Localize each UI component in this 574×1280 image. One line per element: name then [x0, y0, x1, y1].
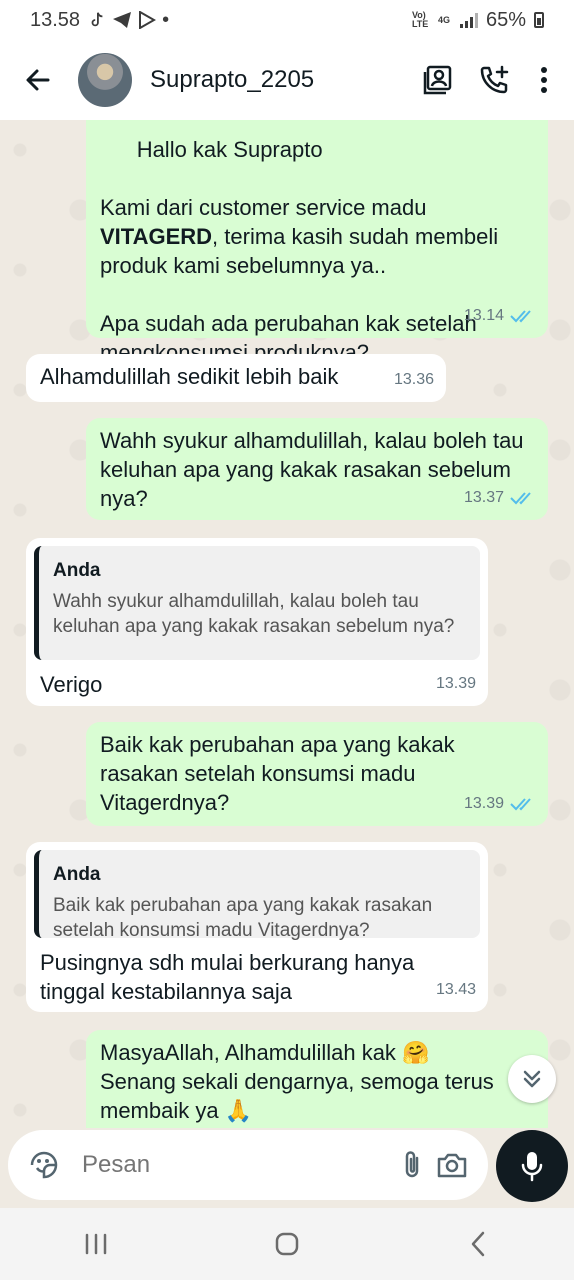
- quote-author: Anda: [53, 864, 101, 885]
- dot-icon: •: [162, 8, 170, 31]
- message-text: MasyaAllah, Alhamdulillah kak 🤗 Senang s…: [100, 1040, 494, 1123]
- message-outgoing[interactable]: Baik kak perubahan apa yang kakak rasaka…: [86, 722, 548, 826]
- message-outgoing[interactable]: Hallo kak Suprapto Kami dari customer ser…: [86, 120, 548, 365]
- phone-plus-icon: [480, 65, 509, 94]
- message-time: 13.36: [393, 371, 434, 388]
- arrow-left-icon: [26, 69, 50, 91]
- add-call-button[interactable]: [466, 52, 522, 108]
- more-vertical-icon: [541, 67, 547, 93]
- double-check-icon: [510, 491, 531, 504]
- message-text: Pusingnya sdh mulai berkurang hanya ting…: [40, 950, 421, 1004]
- sticker-icon: [30, 1151, 58, 1179]
- message-meta: 13.43: [436, 975, 476, 1004]
- quoted-message[interactable]: Anda Wahh syukur alhamdulillah, kalau bo…: [34, 546, 480, 660]
- voice-message-button[interactable]: [496, 1130, 568, 1202]
- message-text: Verigo: [40, 672, 103, 697]
- quote-text: Baik kak perubahan apa yang kakak rasaka…: [53, 895, 433, 941]
- battery-icon: [534, 12, 544, 28]
- status-bar: 13.58 • Vo) LTE 4G 65%: [0, 0, 574, 40]
- signal-icon: [459, 12, 478, 28]
- message-meta: 13.14: [464, 301, 536, 330]
- message-text-part: Kami dari customer service madu: [100, 195, 433, 220]
- message-incoming-reply[interactable]: Anda Baik kak perubahan apa yang kakak r…: [26, 842, 488, 1012]
- notification-icons: •: [88, 9, 169, 32]
- message-input-bar: [8, 1130, 488, 1200]
- message-input[interactable]: [82, 1151, 392, 1179]
- message-outgoing[interactable]: Wahh syukur alhamdulillah, kalau boleh t…: [86, 418, 548, 520]
- telegram-icon: [113, 12, 132, 28]
- quote-text: Wahh syukur alhamdulillah, kalau boleh t…: [53, 591, 455, 637]
- chevron-left-icon: [472, 1231, 485, 1257]
- back-button[interactable]: [8, 50, 68, 110]
- attach-button[interactable]: [392, 1140, 432, 1190]
- message-text: Alhamdulillah sedikit lebih baik: [40, 364, 339, 389]
- message-meta: 13.39: [464, 789, 536, 818]
- message-meta: 13.39: [436, 669, 476, 698]
- recent-apps-button[interactable]: [66, 1214, 126, 1274]
- status-time: 13.58: [30, 8, 81, 31]
- home-icon: [275, 1232, 299, 1256]
- message-time: 13.39: [435, 675, 476, 692]
- system-nav-bar: [0, 1208, 574, 1280]
- play-store-icon: [139, 11, 157, 29]
- volte-label: Vo) LTE: [411, 10, 429, 29]
- battery-percent: 65%: [485, 8, 526, 31]
- network-type: 4G: [437, 14, 450, 25]
- message-partial-line: Hallo kak Suprapto: [136, 137, 323, 162]
- recent-apps-icon: [85, 1233, 106, 1255]
- message-meta: 13.37: [464, 483, 536, 512]
- message-time: 13.43: [435, 981, 476, 998]
- message-meta: 13.36: [394, 365, 434, 394]
- chat-messages[interactable]: Hallo kak Suprapto Kami dari customer ser…: [0, 120, 574, 1128]
- double-check-icon: [510, 309, 531, 322]
- home-button[interactable]: [257, 1214, 317, 1274]
- tiktok-icon: [91, 12, 103, 27]
- quoted-message[interactable]: Anda Baik kak perubahan apa yang kakak r…: [34, 850, 480, 941]
- chevron-double-down-icon: [523, 1070, 541, 1088]
- contact-card-icon: [423, 65, 452, 95]
- back-nav-button[interactable]: [448, 1214, 508, 1274]
- quote-author: Anda: [53, 560, 101, 581]
- message-incoming[interactable]: Alhamdulillah sedikit lebih baik 13.36: [26, 354, 446, 402]
- microphone-icon: [521, 1152, 543, 1182]
- brand-name: VITAGERD: [100, 224, 213, 249]
- scroll-to-bottom-button[interactable]: [508, 1055, 556, 1103]
- message-incoming-reply[interactable]: Anda Wahh syukur alhamdulillah, kalau bo…: [26, 538, 488, 706]
- avatar[interactable]: [78, 53, 132, 107]
- contact-card-button[interactable]: [410, 52, 466, 108]
- message-time: 13.14: [463, 307, 504, 324]
- message-time: 13.37: [463, 489, 504, 506]
- paperclip-icon: [405, 1151, 419, 1178]
- double-check-icon: [510, 797, 531, 810]
- message-outgoing[interactable]: MasyaAllah, Alhamdulillah kak 🤗 Senang s…: [86, 1030, 548, 1128]
- camera-button[interactable]: [432, 1140, 472, 1190]
- sticker-button[interactable]: [24, 1140, 64, 1190]
- chat-header: Suprapto_2205: [0, 40, 574, 120]
- camera-icon: [437, 1153, 467, 1178]
- more-options-button[interactable]: [522, 52, 566, 108]
- message-time: 13.39: [463, 795, 504, 812]
- contact-name[interactable]: Suprapto_2205: [150, 66, 410, 94]
